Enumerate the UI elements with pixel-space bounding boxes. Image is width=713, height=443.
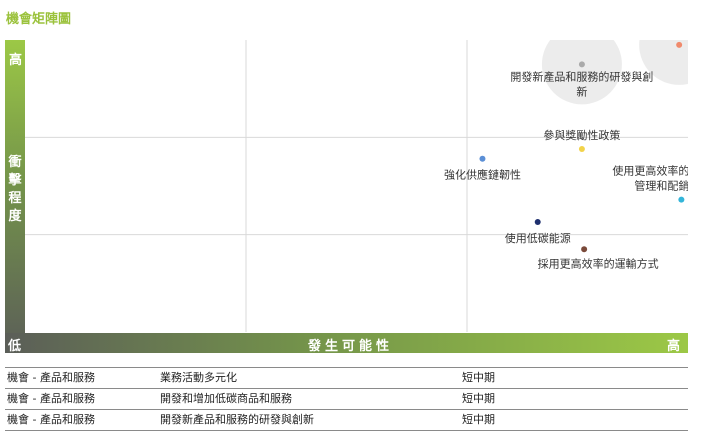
opportunity-matrix-plot: 開發和增加低碳商品和服務開發新產品和服務的研發與創新參與獎勵性政策強化供應鏈韌性… xyxy=(25,40,688,332)
table-cell-category: 機會 - 產品和服務 xyxy=(7,371,95,384)
data-point xyxy=(581,246,588,253)
table-cell-category: 機會 - 產品和服務 xyxy=(7,392,95,405)
data-point xyxy=(534,219,541,226)
table-cell-term: 短中期 xyxy=(462,392,495,405)
data-point xyxy=(676,41,683,48)
table-cell-item: 業務活動多元化 xyxy=(160,371,237,384)
point-label: 參與獎勵性政策 xyxy=(543,128,620,142)
opportunity-table: 機會 - 產品和服務 業務活動多元化 短中期 機會 - 產品和服務 開發和增加低… xyxy=(5,367,688,431)
table-cell-term: 短中期 xyxy=(462,371,495,384)
table-cell-category: 機會 - 產品和服務 xyxy=(7,413,95,426)
impact-high-label: 高 xyxy=(9,53,23,68)
label-layer: 開發和增加低碳商品和服務開發新產品和服務的研發與創新參與獎勵性政策強化供應鏈韌性… xyxy=(444,69,688,270)
likelihood-low-label: 低 xyxy=(8,339,22,354)
chart-title: 機會矩陣圖 xyxy=(6,12,72,27)
data-point xyxy=(578,61,585,68)
likelihood-high-label: 高 xyxy=(667,339,681,354)
table-cell-item: 開發新產品和服務的研發與創新 xyxy=(160,413,314,426)
table-row: 機會 - 產品和服務 開發和增加低碳商品和服務 短中期 xyxy=(5,388,688,409)
data-point xyxy=(479,155,486,162)
point-label: 新 xyxy=(576,84,587,98)
table-row: 機會 - 產品和服務 開發新產品和服務的研發與創新 短中期 xyxy=(5,409,688,431)
table-cell-item: 開發和增加低碳商品和服務 xyxy=(160,392,292,405)
point-label: 強化供應鏈韌性 xyxy=(444,168,521,182)
data-point xyxy=(678,196,685,203)
point-label: 管理和配銷流程 xyxy=(634,179,688,193)
impact-axis-label: 衝擊程度 xyxy=(8,155,22,224)
table-row: 機會 - 產品和服務 業務活動多元化 短中期 xyxy=(5,367,688,388)
point-label: 開發新產品和服務的研發與創 xyxy=(510,69,653,83)
point-label: 使用低碳能源 xyxy=(505,231,571,245)
point-label: 使用更高效率的生產 xyxy=(612,164,688,178)
likelihood-axis-label: 發生可能性 xyxy=(308,339,394,354)
data-point xyxy=(578,146,585,153)
point-label: 採用更高效率的運輸方式 xyxy=(538,256,659,270)
table-cell-term: 短中期 xyxy=(462,413,495,426)
